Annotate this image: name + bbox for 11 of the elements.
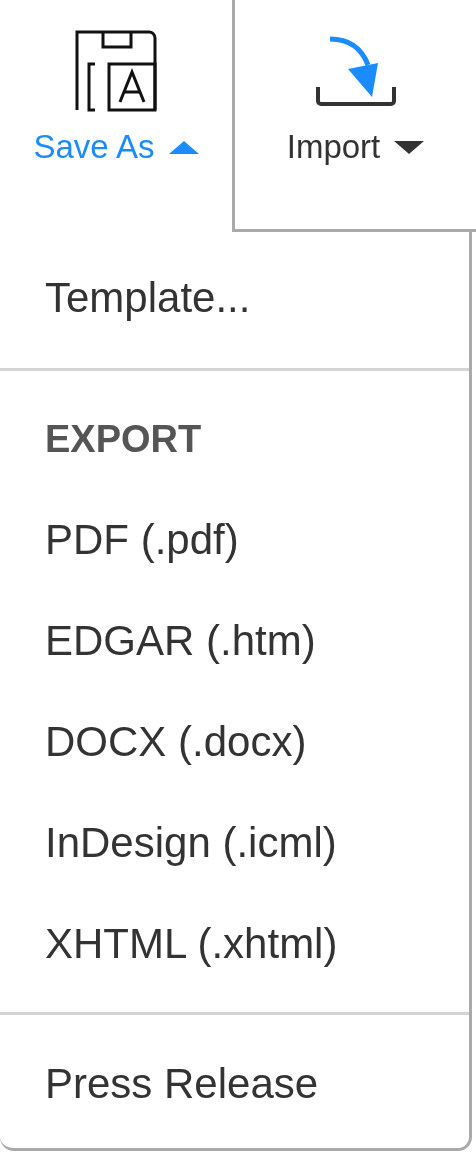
menu-item[interactable]: Template... [45,273,251,322]
menu-item[interactable]: EDGAR (.htm) [45,616,316,665]
section-header: EXPORT [45,417,202,461]
menu-item[interactable]: XHTML (.xhtml) [45,919,338,968]
menu-item[interactable]: DOCX (.docx) [45,717,307,766]
menu-item[interactable]: PDF (.pdf) [45,515,239,564]
menu-item[interactable]: InDesign (.icml) [45,818,337,867]
caret-icon [168,140,199,154]
menu-item[interactable]: Press Release [45,1059,319,1108]
caret-icon [394,140,425,154]
save-icon [75,30,157,112]
